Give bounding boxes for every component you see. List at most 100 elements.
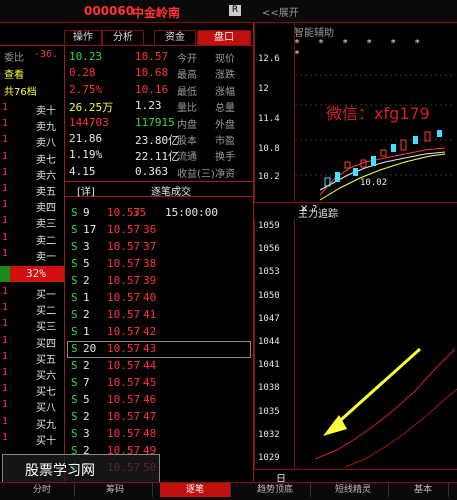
tick-time: 15:00:00 bbox=[165, 206, 218, 219]
tick-side: S bbox=[71, 291, 78, 304]
bottom-tab-4[interactable]: 短线精灵 bbox=[318, 483, 389, 497]
sell-level-marker: 1 bbox=[2, 102, 9, 113]
quote-label: 最低 bbox=[177, 86, 197, 98]
quote-label: 最高 bbox=[177, 70, 197, 82]
quote-label: 今开 bbox=[177, 54, 197, 65]
tick-volume: 2 bbox=[83, 308, 90, 321]
chart-panel: 智能辅助 * * * * * * * 12.6 12 11.4 10.8 10.2 bbox=[254, 22, 457, 485]
quote-value: 10.57 bbox=[135, 50, 169, 63]
chart-title: 智能辅助 bbox=[294, 28, 334, 39]
ratio-bar: 32% bbox=[0, 266, 64, 282]
sub-axis-tick: 1050 bbox=[258, 290, 280, 301]
buy-level-marker: 1 bbox=[2, 286, 9, 297]
tick-price: 10.57 bbox=[107, 206, 141, 219]
buy-level-label: 买九 bbox=[36, 419, 56, 431]
tick-id: 42 bbox=[143, 325, 157, 338]
tick-id: 47 bbox=[143, 410, 157, 423]
tab-1[interactable]: 资金 bbox=[154, 30, 196, 46]
tick-volume: 1 bbox=[83, 325, 90, 338]
quote-value: 117915 bbox=[135, 115, 175, 129]
tab-2[interactable]: 分析 bbox=[102, 30, 144, 46]
buy-level-label: 买六 bbox=[36, 371, 56, 382]
tick-price: 10.57 bbox=[107, 291, 141, 304]
sub-chart-close-icon[interactable]: ✕ bbox=[300, 204, 308, 215]
bottom-tab-0[interactable]: 分时 bbox=[10, 483, 75, 497]
levels-count: 共76档 bbox=[4, 87, 37, 98]
tick-price: 10.57 bbox=[107, 342, 141, 355]
ticks-detail-link[interactable]: [详] bbox=[77, 183, 95, 198]
price-axis-tick: 12 bbox=[258, 84, 269, 94]
sub-axis-tick: 1056 bbox=[258, 244, 280, 255]
tick-id: 41 bbox=[143, 308, 157, 321]
tick-volume: 3 bbox=[83, 240, 90, 253]
tick-volume: 2 bbox=[83, 274, 90, 287]
quote-value: 0.363 bbox=[135, 164, 169, 178]
buy-level-marker: 1 bbox=[2, 302, 9, 314]
view-link[interactable]: 查看 bbox=[4, 66, 24, 81]
chart-watermark: 微信：xfg179 bbox=[326, 104, 430, 123]
sell-level-marker: 1 bbox=[2, 183, 9, 194]
tick-id: 39 bbox=[143, 274, 157, 287]
tick-price: 10.57 bbox=[107, 325, 141, 338]
tick-id: 43 bbox=[143, 342, 157, 355]
quote-label: 净资 bbox=[215, 168, 235, 180]
quote-label: 流通 bbox=[177, 152, 197, 164]
tick-side: S bbox=[71, 410, 78, 423]
sell-level-marker: 1 bbox=[2, 150, 9, 162]
tick-id: 45 bbox=[143, 376, 157, 389]
buy-level-label: 买四 bbox=[36, 338, 56, 350]
tick-price: 10.57 bbox=[107, 393, 141, 406]
tick-id: 38 bbox=[143, 257, 157, 270]
buy-level-marker: 1 bbox=[2, 318, 9, 330]
quote-value: 0.28 bbox=[69, 66, 96, 80]
buy-level-label: 买八 bbox=[36, 403, 56, 415]
tick-volume: 2 bbox=[83, 410, 90, 423]
tick-side: S bbox=[71, 308, 78, 321]
ticks-header: [详] 逐笔成交 bbox=[65, 182, 253, 198]
stock-name: 中金岭南 bbox=[132, 6, 181, 20]
sell-level-label: 卖九 bbox=[36, 122, 56, 134]
sell-level-marker: 1 bbox=[2, 215, 9, 227]
price-axis-tick: 10.8 bbox=[258, 144, 280, 154]
sub-axis-tick: 1059 bbox=[258, 221, 280, 231]
tick-id: 48 bbox=[143, 427, 157, 440]
sell-level-marker: 1 bbox=[2, 247, 9, 259]
ratio-percent: 32% bbox=[26, 267, 46, 280]
sub-axis-tick: 1041 bbox=[258, 360, 280, 371]
sell-level-label: 卖十 bbox=[36, 106, 56, 117]
quote-value: 21.86 bbox=[69, 132, 103, 145]
bottom-tab-1[interactable]: 筹码 bbox=[78, 483, 153, 497]
order-book: 委比 -36. 查看 共76档 卖十 1 卖九 1 卖八 1 卖七 1 卖六 1 卖五 1 卖四 1 卖三 1… bbox=[0, 46, 64, 483]
buy-level-marker: 1 bbox=[2, 383, 9, 395]
tick-side: S bbox=[71, 240, 78, 253]
tick-price: 10.57 bbox=[107, 410, 141, 423]
tick-side: S bbox=[71, 325, 78, 338]
top-bar: 000060 中金岭南 R <<展开 bbox=[0, 0, 457, 23]
tick-volume: 20 bbox=[83, 342, 97, 355]
expand-button[interactable]: <<展开 bbox=[262, 4, 299, 19]
order-ratio-value: -36. bbox=[34, 49, 59, 60]
quote-label: 市盈 bbox=[215, 136, 235, 147]
tick-volume: 9 bbox=[83, 206, 90, 219]
tab-0[interactable]: 盘口 bbox=[197, 30, 251, 46]
tab-3[interactable]: 操作 bbox=[64, 30, 102, 46]
quote-label: 总量 bbox=[215, 103, 235, 115]
sell-level-label: 卖一 bbox=[36, 251, 56, 263]
bottom-tab-2[interactable]: 逐笔 bbox=[160, 483, 231, 497]
sub-chart-help-icon[interactable]: ? bbox=[312, 204, 317, 215]
tick-price: 10.57 bbox=[107, 376, 141, 389]
tick-side: S bbox=[71, 393, 78, 406]
bottom-tab-5[interactable]: 基本 bbox=[398, 483, 449, 497]
tick-id: 40 bbox=[143, 291, 157, 304]
sell-level-marker: 1 bbox=[2, 166, 9, 178]
sub-axis-tick: 1035 bbox=[258, 406, 280, 417]
quote-value: 10.68 bbox=[135, 66, 169, 80]
quote-value: 10.23 bbox=[69, 50, 103, 63]
bottom-tab-3[interactable]: 趋势顶底 bbox=[240, 483, 311, 497]
tick-price: 10.57 bbox=[107, 427, 141, 440]
low-price-label: 10.02 bbox=[360, 178, 388, 188]
quote-label: 量比 bbox=[177, 103, 197, 115]
quote-label: 现价 bbox=[215, 54, 235, 65]
ticks-title: 逐笔成交 bbox=[151, 187, 191, 198]
sub-axis-tick: 1029 bbox=[258, 453, 280, 463]
